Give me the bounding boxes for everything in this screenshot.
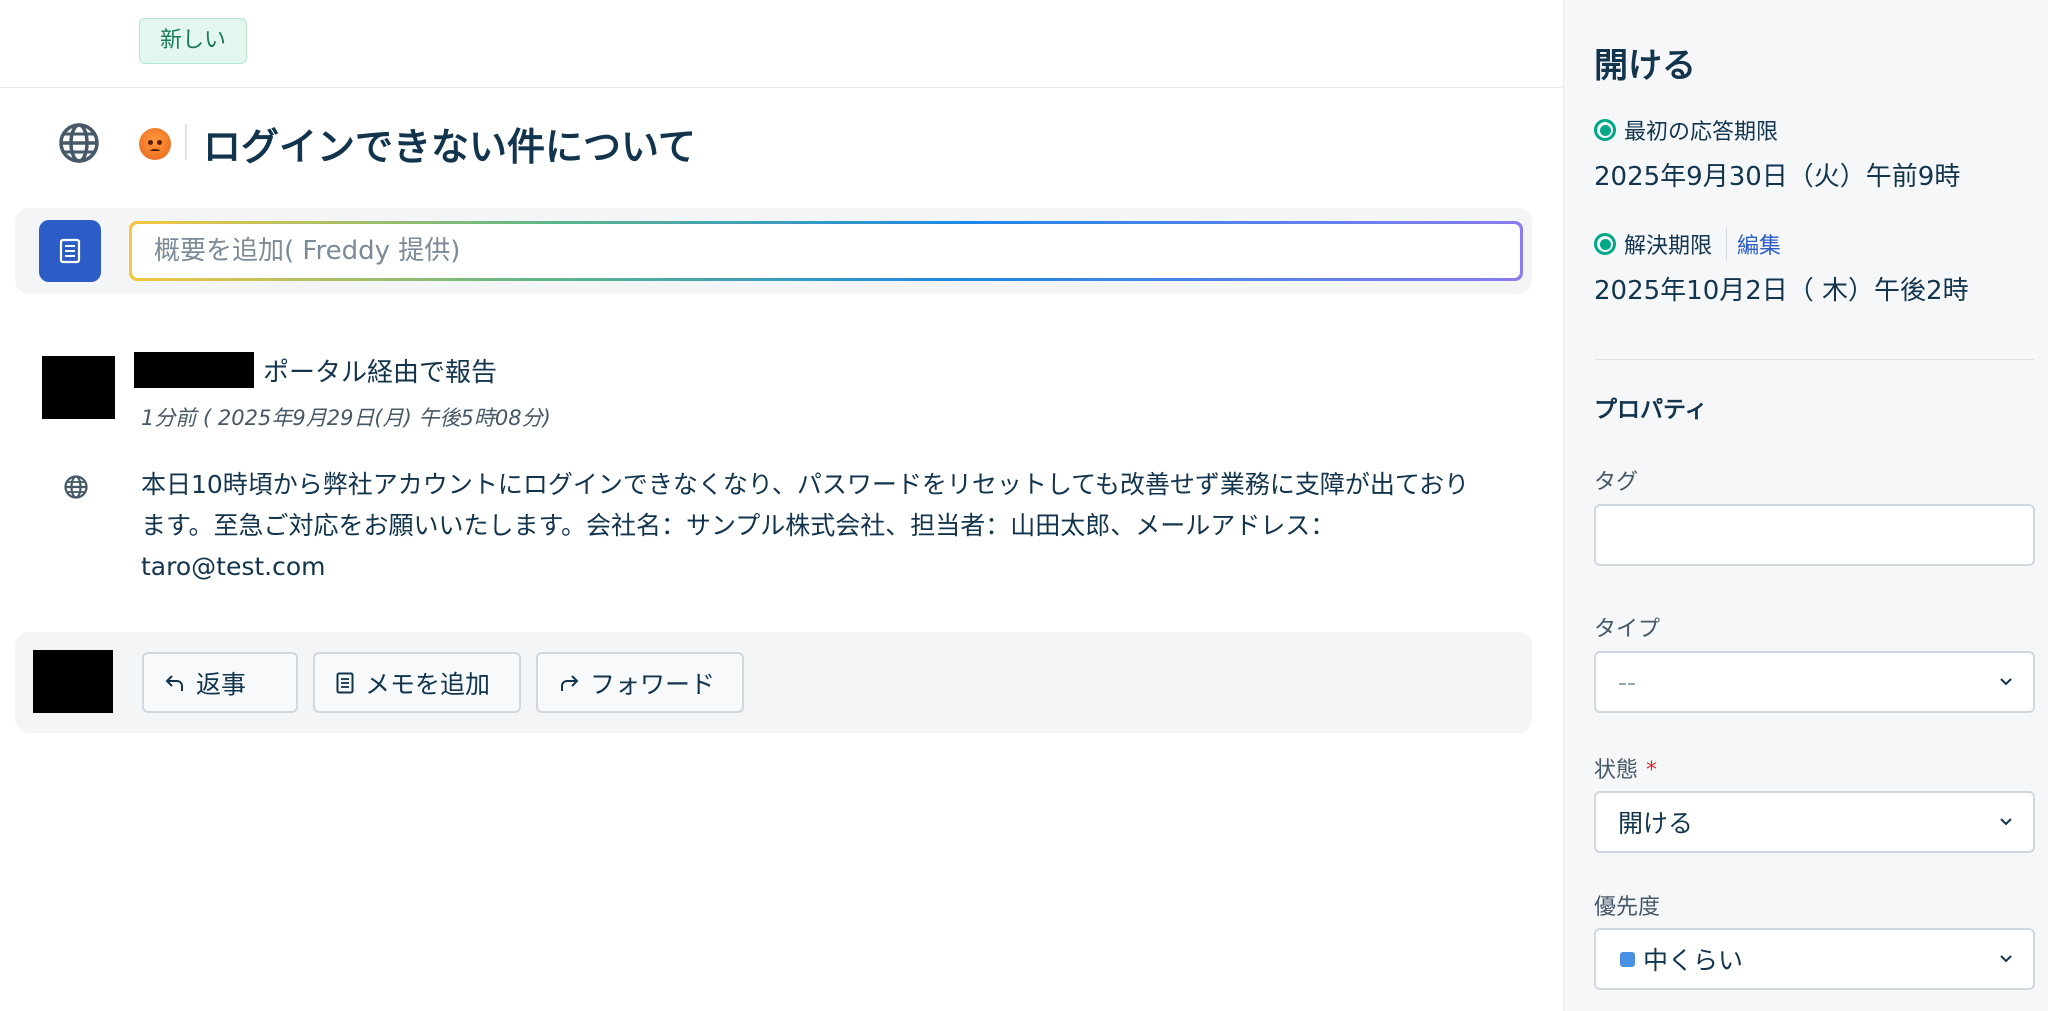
agent-avatar <box>33 650 113 713</box>
chevron-down-icon <box>2000 818 2012 826</box>
status-label-text: 状態 <box>1594 758 1639 783</box>
message-body: 本日10時頃から弊社アカウントにログインできなくなり、パスワードをリセットしても… <box>141 470 1470 581</box>
sla-ok-icon <box>1594 233 1616 255</box>
resolution-sla: 解決期限 編集 <box>1594 228 1781 260</box>
summary-bar <box>15 208 1532 294</box>
forward-button-label: フォワード <box>590 669 716 699</box>
ticket-title: ログインできない件について <box>203 125 696 169</box>
resolution-date: 2025年10月2日（ 木）午後2時 <box>1594 276 1969 306</box>
message-channel: ポータル経由で報告 <box>263 358 498 388</box>
required-marker: * <box>1646 758 1658 783</box>
title-divider <box>185 124 187 160</box>
ticket-properties-sidebar: 開ける 最初の応答期限 2025年9月30日（火）午前9時 解決期限 編集 20… <box>1563 0 2048 1011</box>
tag-label: タグ <box>1594 470 1639 495</box>
reply-action-bar: 返事 メモを追加 フォワード <box>15 632 1532 733</box>
status-badge: 新しい <box>139 18 248 64</box>
requester-name-redacted <box>134 352 254 388</box>
edit-resolution-link[interactable]: 編集 <box>1726 228 1781 260</box>
first-response-label: 最初の応答期限 <box>1624 120 1779 145</box>
chevron-down-icon <box>2000 955 2012 963</box>
requester-avatar <box>42 356 115 419</box>
angry-face-icon <box>139 128 171 160</box>
sidebar-divider <box>1594 359 2034 360</box>
priority-select-value: 中くらい <box>1643 946 1744 975</box>
ticket-title-row: ログインできない件について <box>0 110 1563 174</box>
first-response-sla: 最初の応答期限 <box>1594 114 1778 146</box>
globe-icon <box>59 123 99 163</box>
resolution-label: 解決期限 <box>1624 234 1713 259</box>
add-note-button[interactable]: メモを追加 <box>313 652 521 713</box>
priority-label: 優先度 <box>1594 895 1661 920</box>
forward-button[interactable]: フォワード <box>536 652 744 713</box>
priority-select[interactable]: 中くらい <box>1594 928 2035 990</box>
reply-button[interactable]: 返事 <box>142 652 298 713</box>
status-label: 状態 * <box>1594 752 1657 784</box>
message-timestamp: 1分前 ( 2025年9月29日(月) 午後5時08分) <box>141 406 551 430</box>
type-select[interactable]: -- <box>1594 651 2035 713</box>
document-icon <box>59 238 81 264</box>
ticket-topbar: 新しい <box>0 0 1563 88</box>
status-select[interactable]: 開ける <box>1594 791 2035 853</box>
type-label: タイプ <box>1594 617 1661 642</box>
sla-ok-icon <box>1594 119 1616 141</box>
first-response-date: 2025年9月30日（火）午前9時 <box>1594 162 1961 192</box>
note-icon <box>336 672 354 693</box>
add-note-button-label: メモを追加 <box>365 669 491 699</box>
ticket-main-panel: 新しい ログインできない件について ポータル経由で報告 1分前 ( 20 <box>0 0 1563 1011</box>
reply-button-label: 返事 <box>196 669 247 699</box>
status-select-value: 開ける <box>1618 809 1694 838</box>
summary-input[interactable] <box>132 224 1520 278</box>
summary-input-frame <box>129 221 1523 281</box>
chevron-down-icon <box>2000 678 2012 686</box>
properties-heading: プロパティ <box>1594 397 1708 423</box>
forward-arrow-icon <box>561 674 579 691</box>
summary-button[interactable] <box>39 220 101 282</box>
globe-icon <box>64 475 88 499</box>
type-select-value: -- <box>1618 667 1637 697</box>
sidebar-status-heading: 開ける <box>1594 46 1696 86</box>
reply-arrow-icon <box>165 674 183 691</box>
priority-medium-icon <box>1620 951 1635 967</box>
tag-input[interactable] <box>1594 504 2035 566</box>
